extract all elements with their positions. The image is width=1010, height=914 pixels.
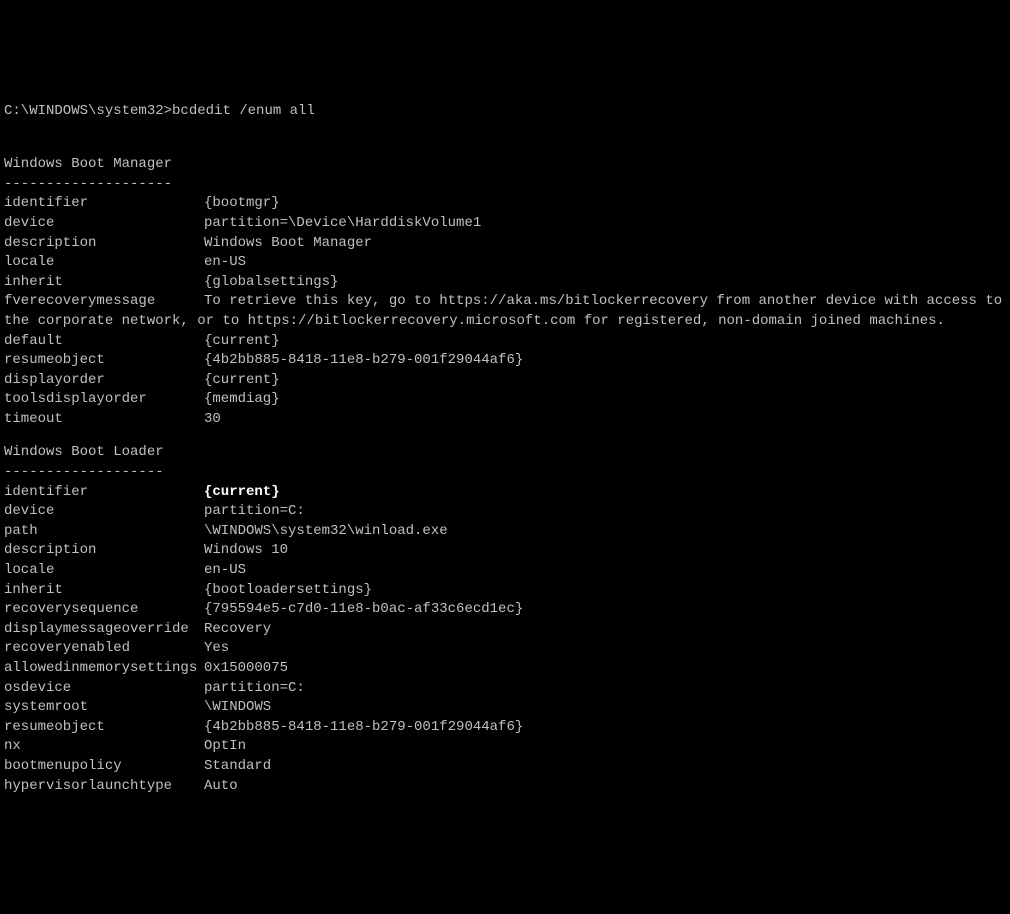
entry-line: descriptionWindows Boot Manager [4,234,1010,254]
entry-value: \WINDOWS\system32\winload.exe [204,523,448,539]
terminal-output[interactable]: C:\WINDOWS\system32>bcdedit /enum all Wi… [4,82,1010,815]
entry-value: partition=\Device\HarddiskVolume1 [204,215,481,231]
entry-line: nxOptIn [4,737,1010,757]
entry-line: recoveryenabledYes [4,639,1010,659]
section-divider: ------------------- [4,463,1010,483]
entry-value: {current} [204,333,280,349]
entry-key: resumeobject [4,718,204,738]
entry-key: nx [4,737,204,757]
entry-value: en-US [204,562,246,578]
entry-key: description [4,234,204,254]
entry-value: Yes [204,640,229,656]
entry-value: {4b2bb885-8418-11e8-b279-001f29044af6} [204,719,523,735]
entry-line: timeout30 [4,410,1010,430]
entry-value: {memdiag} [204,391,280,407]
entry-line: identifier{bootmgr} [4,194,1010,214]
entry-line: systemroot\WINDOWS [4,698,1010,718]
prompt-path: C:\WINDOWS\system32> [4,102,172,122]
entry-key: timeout [4,410,204,430]
entry-key: bootmenupolicy [4,757,204,777]
entry-value: partition=C: [204,680,305,696]
section-divider: -------------------- [4,175,1010,195]
entry-key: device [4,502,204,522]
entry-value: {795594e5-c7d0-11e8-b0ac-af33c6ecd1ec} [204,601,523,617]
entry-key: identifier [4,483,204,503]
entry-key: displayorder [4,371,204,391]
entry-line: resumeobject{4b2bb885-8418-11e8-b279-001… [4,718,1010,738]
entry-value: {bootloadersettings} [204,582,372,598]
entry-value: Windows Boot Manager [204,235,372,251]
entry-line-wrapped: the corporate network, or to https://bit… [4,312,1010,332]
entry-line: devicepartition=\Device\HarddiskVolume1 [4,214,1010,234]
entry-value: Auto [204,778,238,794]
section-header: Windows Boot Manager [4,155,1010,175]
entry-key: allowedinmemorysettings [4,659,204,679]
command-text: bcdedit /enum all [172,102,315,122]
entry-key: inherit [4,581,204,601]
entry-line: displayorder{current} [4,371,1010,391]
entry-key: description [4,541,204,561]
entry-value: Standard [204,758,271,774]
entry-key: fverecoverymessage [4,292,204,312]
entry-line: inherit{bootloadersettings} [4,581,1010,601]
entry-value: en-US [204,254,246,270]
entry-key: locale [4,561,204,581]
entry-value: OptIn [204,738,246,754]
entry-line: fverecoverymessageTo retrieve this key, … [4,292,1010,312]
entry-key: osdevice [4,679,204,699]
entry-line: bootmenupolicyStandard [4,757,1010,777]
entry-key: toolsdisplayorder [4,390,204,410]
entry-value: Windows 10 [204,542,288,558]
entry-line: default{current} [4,332,1010,352]
entry-line: localeen-US [4,561,1010,581]
entry-value: To retrieve this key, go to https://aka.… [204,293,1002,309]
entry-line: hypervisorlaunchtypeAuto [4,777,1010,797]
entry-line: osdevicepartition=C: [4,679,1010,699]
entry-value: 30 [204,411,221,427]
entry-value: {current} [204,484,280,500]
command-prompt-line: C:\WINDOWS\system32>bcdedit /enum all [4,102,1010,122]
entry-line: toolsdisplayorder{memdiag} [4,390,1010,410]
entry-line: descriptionWindows 10 [4,541,1010,561]
entry-value: {4b2bb885-8418-11e8-b279-001f29044af6} [204,352,523,368]
entry-key: path [4,522,204,542]
entry-key: systemroot [4,698,204,718]
entry-value: Recovery [204,621,271,637]
entry-value: partition=C: [204,503,305,519]
entry-key: recoverysequence [4,600,204,620]
entry-line: displaymessageoverrideRecovery [4,620,1010,640]
entry-line: identifier{current} [4,483,1010,503]
entry-value: {bootmgr} [204,195,280,211]
entry-key: resumeobject [4,351,204,371]
entry-key: device [4,214,204,234]
entry-line: path\WINDOWS\system32\winload.exe [4,522,1010,542]
entry-key: identifier [4,194,204,214]
entry-line: allowedinmemorysettings0x15000075 [4,659,1010,679]
section-header: Windows Boot Loader [4,443,1010,463]
entry-line: resumeobject{4b2bb885-8418-11e8-b279-001… [4,351,1010,371]
entry-line: localeen-US [4,253,1010,273]
entry-value: \WINDOWS [204,699,271,715]
entry-key: displaymessageoverride [4,620,204,640]
entry-key: hypervisorlaunchtype [4,777,204,797]
entry-line: inherit{globalsettings} [4,273,1010,293]
entry-key: inherit [4,273,204,293]
entry-value: {current} [204,372,280,388]
entry-key: default [4,332,204,352]
entry-value: {globalsettings} [204,274,338,290]
entry-line: devicepartition=C: [4,502,1010,522]
entry-key: recoveryenabled [4,639,204,659]
entry-key: locale [4,253,204,273]
entry-line: recoverysequence{795594e5-c7d0-11e8-b0ac… [4,600,1010,620]
